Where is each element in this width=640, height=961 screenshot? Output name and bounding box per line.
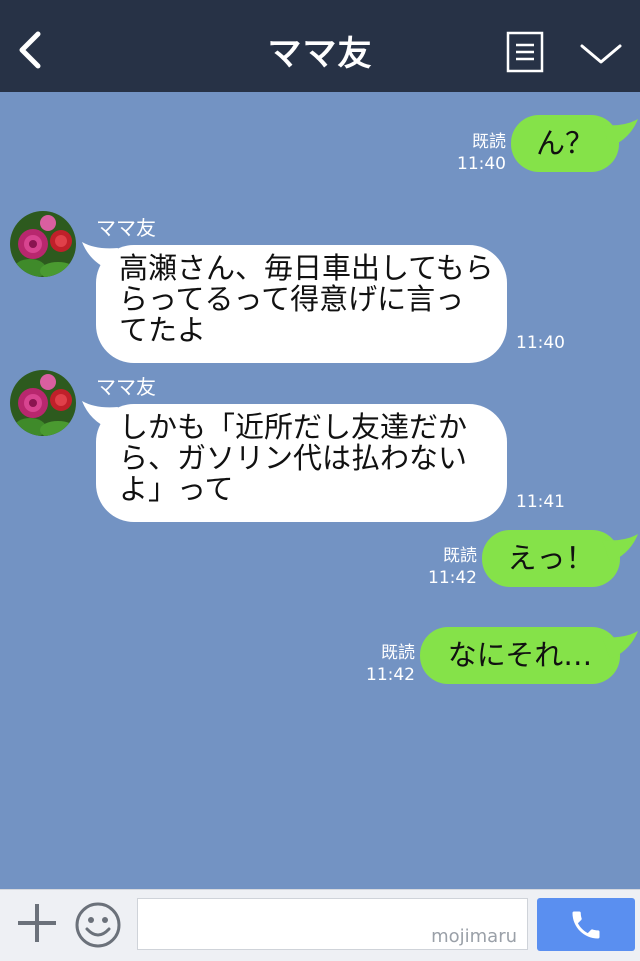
bubble-tail <box>602 119 638 147</box>
chat-area[interactable]: 既読 11:40 ん？ ママ友 高瀬さん、毎日車出してもら らってるって得意げに… <box>0 92 640 889</box>
message-time: 11:41 <box>516 492 565 512</box>
message-time: 11:40 <box>457 154 506 174</box>
message-bubble[interactable]: しかも「近所だし友達だか ら、ガソリン代は払わない よ」って <box>96 404 507 522</box>
rose-avatar-icon <box>10 370 76 436</box>
message-bubble[interactable]: 高瀬さん、毎日車出してもら らってるって得意げに言っ てたよ <box>96 245 507 363</box>
plus-icon[interactable] <box>16 902 58 944</box>
message-line: らってるって得意げに言っ <box>119 282 465 316</box>
message-text: えっ！ <box>507 541 595 575</box>
phone-icon <box>572 911 600 939</box>
message-time: 11:42 <box>428 568 477 588</box>
message-time: 11:42 <box>366 665 415 685</box>
call-button[interactable] <box>537 898 635 951</box>
message-meta: 既読 11:42 <box>356 642 415 686</box>
message-time: 11:40 <box>516 333 565 353</box>
read-label: 既読 <box>381 643 415 663</box>
bubble-tail <box>602 534 638 562</box>
message-text: ん？ <box>535 126 594 160</box>
bubble-tail <box>602 631 638 659</box>
watermark-text: mojimaru <box>431 926 517 947</box>
read-label: 既読 <box>472 132 506 152</box>
avatar[interactable] <box>10 370 76 436</box>
message-line: ら、ガソリン代は払わない <box>119 441 468 475</box>
rose-avatar-icon <box>10 211 76 277</box>
message-line: しかも「近所だし友達だか <box>119 410 468 444</box>
message-meta: 既読 11:40 <box>448 131 506 175</box>
message-line: 高瀬さん、毎日車出してもら <box>119 251 494 285</box>
notes-icon[interactable] <box>506 31 544 73</box>
avatar[interactable] <box>10 211 76 277</box>
message-input[interactable]: mojimaru <box>137 898 528 950</box>
message-composer: mojimaru <box>0 889 640 961</box>
message-text: なにそれ… <box>447 638 593 672</box>
sender-name: ママ友 <box>96 375 156 399</box>
sender-name: ママ友 <box>96 216 156 240</box>
message-bubble[interactable]: なにそれ… <box>420 627 620 684</box>
message-meta: 既読 11:42 <box>418 545 477 589</box>
read-label: 既読 <box>443 546 477 566</box>
chat-title: ママ友 <box>267 34 373 74</box>
smile-icon[interactable] <box>74 901 122 949</box>
message-line: てたよ <box>119 313 207 347</box>
chevron-down-icon[interactable] <box>578 38 624 68</box>
chat-header: ママ友 <box>0 0 640 92</box>
message-line: よ」って <box>119 472 234 506</box>
